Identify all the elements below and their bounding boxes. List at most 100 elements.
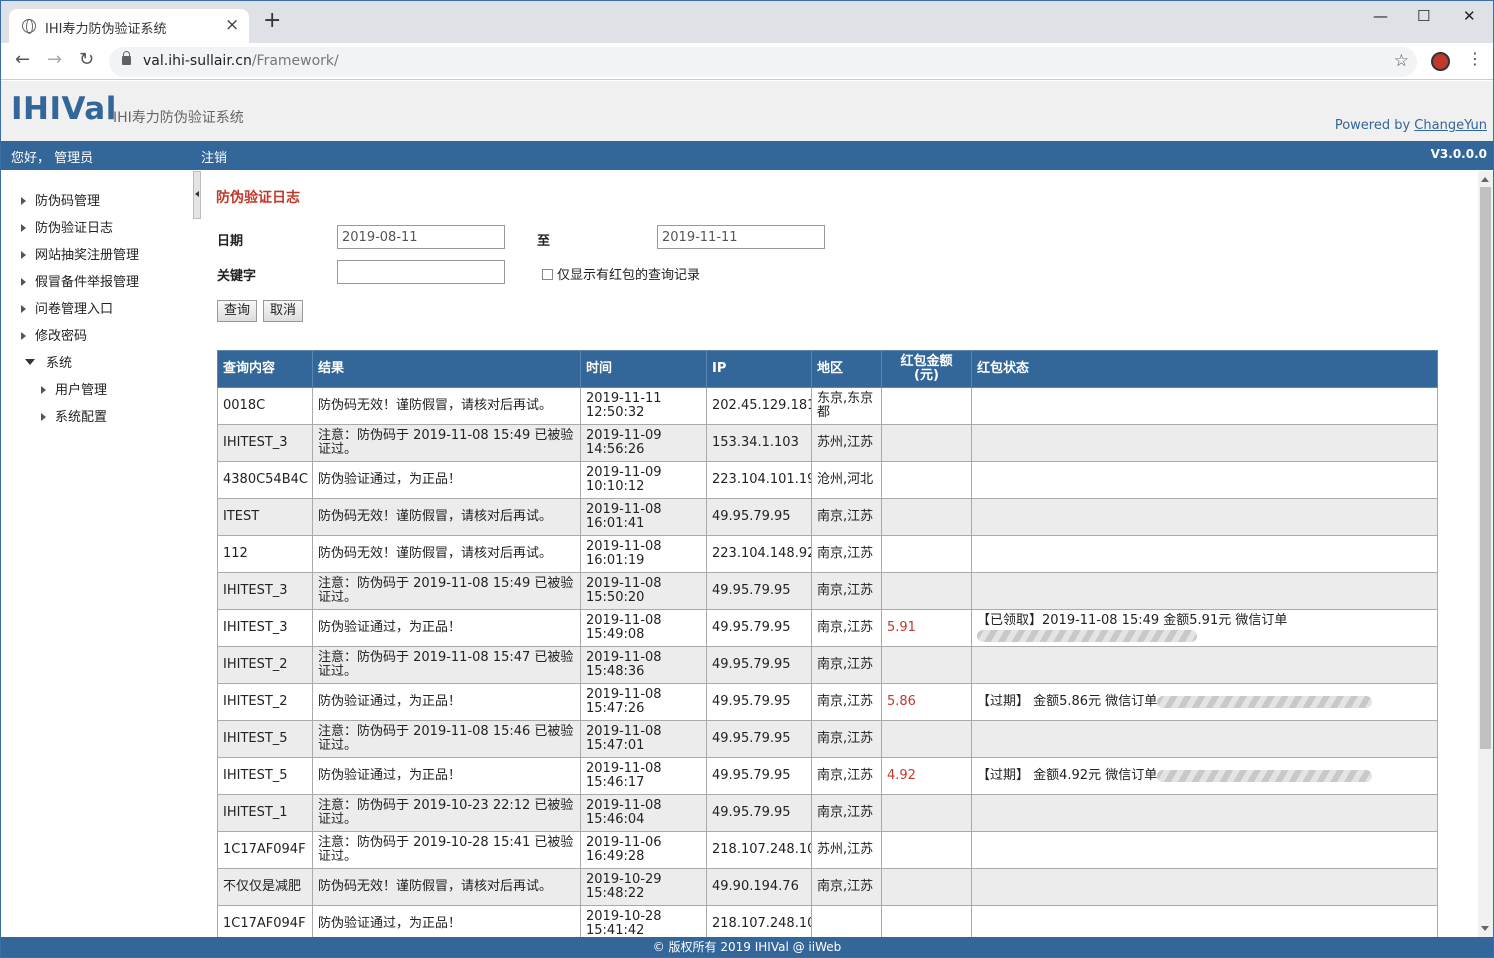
address-bar[interactable]: val.ihi-sullair.cn/Framework/ ☆ (109, 47, 1417, 77)
ip-cell: 49.95.79.95 (706, 757, 812, 795)
reload-icon[interactable]: ↻ (79, 51, 94, 69)
result-cell: 防伪验证通过，为正品！ (312, 461, 581, 499)
table-row: 112 防伪码无效！谨防假冒，请核对后再试。 2019-11-08 16:01:19… (217, 535, 1438, 573)
bookmark-star-icon[interactable]: ☆ (1394, 51, 1409, 71)
region-cell: 南京,江苏 (811, 498, 882, 536)
forward-icon[interactable]: → (47, 51, 62, 69)
sidebar-item-system[interactable]: 系统 (25, 352, 72, 371)
region-cell: 苏州,江苏 (811, 831, 882, 869)
time-cell: 2019-11-08 15:47:26 (580, 683, 707, 721)
tab-close-icon[interactable]: × (225, 15, 239, 35)
time-cell-text: 2019-11-08 15:50:20 (586, 576, 662, 605)
time-cell: 2019-10-29 15:48:22 (580, 868, 707, 906)
status-cell (971, 868, 1438, 906)
logout-link[interactable]: 注销 (201, 147, 227, 166)
query-cell-text: 不仅仅是减肥 (223, 879, 302, 894)
sidebar-item-verification-log[interactable]: 防伪验证日志 (21, 217, 113, 236)
ip-cell-text: 218.107.248.10 (712, 916, 812, 931)
ip-cell-text: 49.95.79.95 (712, 620, 791, 635)
time-cell-text: 2019-11-08 16:01:41 (586, 502, 662, 531)
cancel-button[interactable]: 取消 (263, 300, 304, 322)
result-cell-text: 防伪码无效！谨防假冒，请核对后再试。 (318, 398, 553, 413)
time-cell: 2019-11-08 15:47:01 (580, 720, 707, 758)
amount-cell (881, 535, 972, 573)
date-to-input[interactable] (657, 225, 825, 249)
maximize-icon[interactable]: ☐ (1417, 7, 1430, 25)
sidebar-subitem-system-config[interactable]: 系统配置 (41, 406, 107, 425)
region-cell-text: 南京,江苏 (817, 805, 874, 820)
result-cell-text: 防伪验证通过，为正品！ (318, 472, 462, 487)
redpacket-only-label: 仅显示有红包的查询记录 (557, 268, 701, 283)
ip-cell-text: 49.95.79.95 (712, 694, 791, 709)
result-cell: 防伪码无效！谨防假冒，请核对后再试。 (312, 498, 581, 536)
sidebar-item-questionnaire[interactable]: 问卷管理入口 (21, 298, 113, 317)
time-cell: 2019-11-08 15:46:04 (580, 794, 707, 832)
scroll-up-arrow-icon[interactable] (1481, 177, 1489, 182)
sidebar-item-counterfeit-report[interactable]: 假冒备件举报管理 (21, 271, 139, 290)
amount-cell (881, 905, 972, 937)
region-cell: 南京,江苏 (811, 720, 882, 758)
ip-cell: 49.95.79.95 (706, 646, 812, 684)
expand-arrow-icon (21, 197, 26, 205)
address-toolbar: ← → ↻ val.ihi-sullair.cn/Framework/ ☆ ⋮ (1, 43, 1493, 80)
time-cell-text: 2019-11-08 15:46:17 (586, 761, 662, 790)
result-cell-text: 防伪码无效！谨防假冒，请核对后再试。 (318, 509, 553, 524)
status-cell (971, 535, 1438, 573)
browser-tab[interactable]: IHI寿力防伪验证系统 × (9, 9, 249, 43)
table-row: 4380C54B4C 防伪验证通过，为正品！ 2019-11-09 10:10:12… (217, 461, 1438, 499)
sidebar-subitem-user-management[interactable]: 用户管理 (41, 379, 107, 398)
window-close-icon[interactable]: ✕ (1463, 7, 1476, 25)
system-name: IHI寿力防伪验证系统 (113, 110, 244, 126)
result-cell-text: 防伪码无效！谨防假冒，请核对后再试。 (318, 879, 553, 894)
scrollbar-thumb[interactable] (1480, 187, 1491, 749)
keyword-input[interactable] (337, 260, 505, 284)
query-cell: IHITEST_3 (217, 424, 313, 462)
sidebar-item-label: 用户管理 (55, 383, 108, 398)
date-label: 日期 (217, 234, 244, 249)
expand-arrow-icon (21, 305, 26, 313)
ip-cell: 218.107.248.10 (706, 905, 812, 937)
sidebar-item-label: 防伪验证日志 (35, 221, 114, 236)
result-cell: 防伪码无效！谨防假冒，请核对后再试。 (312, 868, 581, 906)
redpacket-only-checkbox[interactable] (542, 269, 553, 280)
profile-avatar[interactable] (1431, 52, 1450, 71)
footer: © 版权所有 2019 IHIVal @ iiWeb (1, 937, 1493, 957)
sidebar-collapse-handle[interactable] (193, 171, 201, 219)
search-button[interactable]: 查询 (217, 300, 258, 322)
back-icon[interactable]: ← (15, 51, 30, 69)
status-cell: 【已领取】2019-11-08 15:49 金额5.91元 微信订单 (971, 609, 1438, 647)
minimize-icon[interactable]: — (1373, 7, 1388, 25)
region-cell: 东京,东京都 (811, 387, 882, 425)
status-cell (971, 498, 1438, 536)
changeyun-link[interactable]: ChangeYun (1414, 118, 1487, 133)
scroll-down-arrow-icon[interactable] (1481, 926, 1489, 931)
status-cell-text: 【已领取】2019-11-08 15:49 金额5.91元 微信订单 (977, 613, 1288, 628)
time-cell: 2019-11-08 15:49:08 (580, 609, 707, 647)
tab-title: IHI寿力防伪验证系统 (45, 22, 167, 37)
status-cell-text: 【过期】 金额5.86元 微信订单 (977, 694, 1158, 709)
ip-cell-text: 223.104.148.92 (712, 546, 812, 561)
query-cell: 1C17AF094F (217, 831, 313, 869)
vertical-scrollbar[interactable] (1478, 171, 1493, 937)
result-cell: 注意：防伪码于 2019-11-08 15:47 已被验证过。 (312, 646, 581, 684)
sidebar-item-lottery-registration[interactable]: 网站抽奖注册管理 (21, 244, 139, 263)
region-cell: 南京,江苏 (811, 646, 882, 684)
time-cell: 2019-11-09 10:10:12 (580, 461, 707, 499)
region-cell-text: 南京,江苏 (817, 731, 874, 746)
app-header: IHIVal IHI寿力防伪验证系统 Powered by ChangeYun (1, 81, 1493, 141)
result-cell: 防伪码无效！谨防假冒，请核对后再试。 (312, 387, 581, 425)
collapse-arrow-icon (25, 359, 35, 365)
ip-cell: 49.95.79.95 (706, 794, 812, 832)
table-row: IHITEST_2 防伪验证通过，为正品！ 2019-11-08 15:47:26 4… (217, 683, 1438, 721)
status-cell-text: 【过期】 金额4.92元 微信订单 (977, 768, 1158, 783)
sidebar-item-change-password[interactable]: 修改密码 (21, 325, 87, 344)
amount-cell: 4.92 (881, 757, 972, 795)
browser-menu-icon[interactable]: ⋮ (1467, 51, 1483, 67)
date-from-input[interactable] (337, 225, 505, 249)
result-cell-text: 防伪验证通过，为正品！ (318, 620, 462, 635)
result-cell-text: 注意：防伪码于 2019-11-08 15:46 已被验证过。 (318, 724, 574, 753)
expand-arrow-icon (21, 224, 26, 232)
new-tab-button[interactable]: + (263, 10, 281, 32)
ip-cell: 49.95.79.95 (706, 720, 812, 758)
sidebar-item-code-management[interactable]: 防伪码管理 (21, 190, 100, 209)
